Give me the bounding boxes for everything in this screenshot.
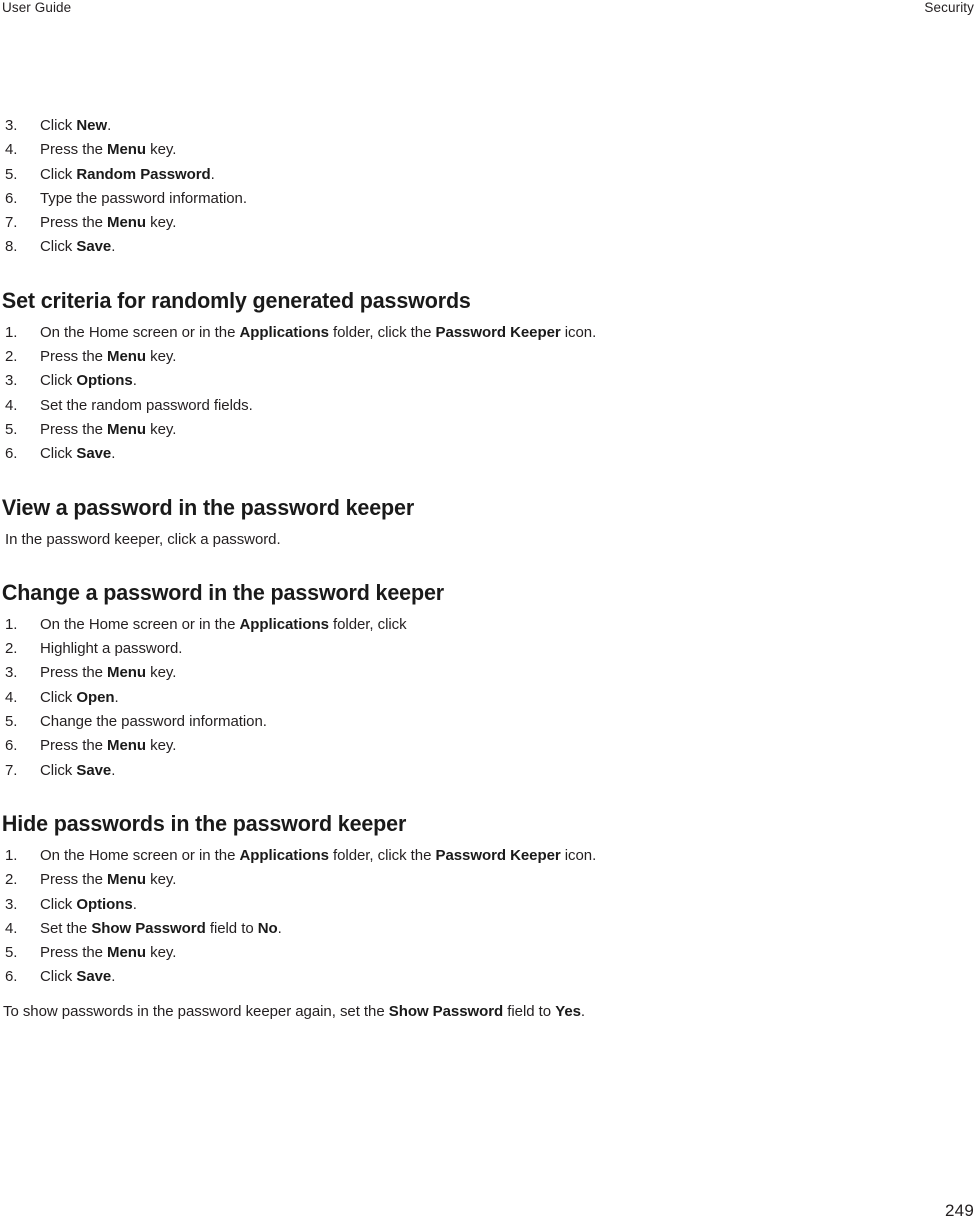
step-text: On the Home screen or in the Application…: [40, 323, 597, 341]
procedure-step: 8. Click Save.: [0, 235, 700, 259]
step-number: 2.: [5, 871, 18, 889]
step-text: Press the Menu key.: [40, 348, 177, 366]
step-text: Click Save.: [40, 445, 116, 463]
section-heading: Hide passwords in the password keeper: [1, 810, 407, 836]
section-heading-block: Set criteria for randomly generated pass…: [0, 287, 700, 314]
step-text: Press the Menu key.: [40, 141, 177, 159]
procedure-step: 6. Press the Menu key.: [0, 734, 700, 758]
step-number: 3.: [5, 117, 18, 134]
procedure-step: 4. Set the random password fields.: [0, 394, 700, 418]
step-number: 4.: [5, 919, 18, 937]
step-text: Click Open.: [40, 688, 119, 706]
step-number: 4.: [5, 396, 18, 414]
step-number: 6.: [5, 968, 18, 986]
step-number: 1.: [5, 323, 18, 341]
procedure-step: 1. On the Home screen or in the Applicati…: [0, 613, 700, 637]
procedure-step: 5. Click Random Password.: [0, 163, 700, 187]
step-number: 2.: [5, 640, 18, 658]
step-text: Click Random Password.: [40, 165, 215, 183]
procedure-step: 1. On the Home screen or in the Applicati…: [0, 321, 700, 345]
procedure-step: 5. Change the password information.: [0, 710, 700, 734]
step-text: Set the Show Password field to No.: [40, 919, 282, 937]
step-text: Press the Menu key.: [40, 871, 177, 889]
procedure-step-list: 1. On the Home screen or in the Applicati…: [0, 844, 700, 990]
section-heading-block: View a password in the password keeper: [0, 494, 700, 521]
step-text: Press the Menu key.: [40, 737, 177, 755]
procedure-step: 7. Press the Menu key.: [0, 211, 700, 235]
step-text: Click New.: [40, 117, 112, 134]
step-number: 6.: [5, 189, 18, 207]
step-text: Set the random password fields.: [40, 396, 253, 414]
procedure-step: 2. Highlight a password.: [0, 637, 700, 661]
step-number: 1.: [5, 615, 18, 633]
procedure-step: 4. Press the Menu key.: [0, 138, 700, 162]
step-number: 8.: [5, 238, 18, 256]
procedure-step: 3. Click Options.: [0, 893, 700, 917]
section-heading: Set criteria for randomly generated pass…: [1, 287, 471, 313]
step-number: 3.: [5, 895, 18, 913]
step-number: 5.: [5, 944, 18, 962]
procedure-step-list: 1. On the Home screen or in the Applicati…: [0, 613, 700, 783]
step-number: 4.: [5, 688, 18, 706]
step-number: 7.: [5, 214, 18, 232]
step-text: Click Options.: [40, 372, 137, 390]
procedure-step: 3. Click Options.: [0, 369, 700, 393]
step-number: 6.: [5, 445, 18, 463]
page-number: 249: [945, 1201, 974, 1220]
procedure-step: 5. Press the Menu key.: [0, 418, 700, 442]
procedure-step: 4. Set the Show Password field to No.: [0, 917, 700, 941]
step-number: 1.: [5, 846, 18, 864]
running-header: User Guide Security: [0, 0, 975, 22]
section-heading-block: Hide passwords in the password keeper: [0, 810, 700, 837]
body-paragraph: In the password keeper, click a password…: [5, 530, 281, 548]
step-text: Press the Menu key.: [40, 944, 177, 962]
step-number: 2.: [5, 348, 18, 366]
step-number: 6.: [5, 737, 18, 755]
section-heading: View a password in the password keeper: [1, 494, 415, 520]
step-text: Type the password information.: [40, 189, 247, 207]
step-number: 5.: [5, 165, 18, 183]
step-text: Click Save.: [40, 968, 116, 986]
procedure-step: 2. Press the Menu key.: [0, 345, 700, 369]
step-text: Press the Menu key.: [40, 420, 177, 438]
page-footer: 249: [0, 1200, 975, 1221]
procedure-step: 5. Press the Menu key.: [0, 941, 700, 965]
header-document-title: User Guide: [2, 0, 72, 15]
procedure-step: 1. On the Home screen or in the Applicati…: [0, 844, 700, 868]
step-number: 3.: [5, 664, 18, 682]
step-number: 5.: [5, 713, 18, 731]
procedure-step: 3. Click New.: [0, 114, 700, 138]
procedure-step: 7. Click Save.: [0, 759, 700, 783]
procedure-step-list: 1. On the Home screen or in the Applicati…: [0, 321, 700, 467]
procedure-step: 2. Press the Menu key.: [0, 868, 700, 892]
step-text: Press the Menu key.: [40, 214, 177, 232]
section-heading-block: Change a password in the password keeper: [0, 579, 700, 606]
step-text: Press the Menu key.: [40, 664, 177, 682]
body-paragraph: To show passwords in the password keeper…: [3, 1002, 586, 1020]
procedure-step: 6. Click Save.: [0, 442, 700, 466]
step-text: On the Home screen or in the Application…: [40, 846, 597, 864]
procedure-step-list: 3. Click New. 4. Press the Menu key. 5. Click…: [0, 114, 700, 260]
procedure-step: 6. Type the password information.: [0, 187, 700, 211]
step-text: Click Save.: [40, 761, 116, 779]
step-number: 4.: [5, 141, 18, 159]
step-number: 7.: [5, 761, 18, 779]
step-text: Highlight a password.: [40, 640, 183, 658]
procedure-step: 4. Click Open.: [0, 686, 700, 710]
procedure-step: 6. Click Save.: [0, 965, 700, 989]
step-number: 5.: [5, 420, 18, 438]
step-number: 3.: [5, 372, 18, 390]
step-text: Change the password information.: [40, 713, 267, 731]
section-heading: Change a password in the password keeper: [1, 579, 444, 605]
document-content: 3. Click New. 4. Press the Menu key. 5. Click…: [0, 114, 700, 1024]
step-text: Click Options.: [40, 895, 137, 913]
step-text: On the Home screen or in the Application…: [40, 615, 407, 633]
procedure-step: 3. Press the Menu key.: [0, 661, 700, 685]
step-text: Click Save.: [40, 238, 116, 256]
header-chapter-title: Security: [924, 0, 974, 15]
